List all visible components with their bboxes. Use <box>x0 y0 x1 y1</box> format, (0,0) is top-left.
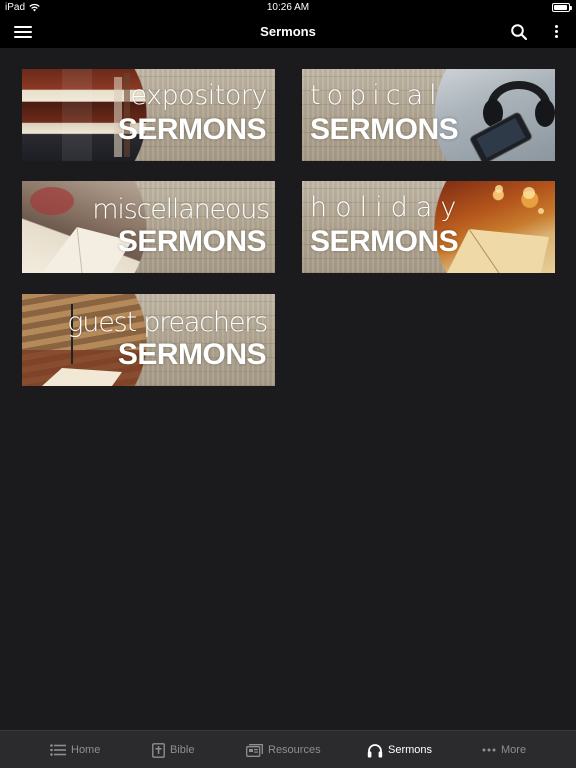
battery-icon <box>552 3 572 12</box>
tab-bible[interactable]: Bible <box>152 731 194 768</box>
sermon-category-grid: expository SERMONS topical SERMONS misce… <box>0 48 576 730</box>
card-holiday-sermons[interactable]: holiday SERMONS <box>302 181 555 273</box>
tab-sermons[interactable]: Sermons <box>367 731 432 768</box>
tab-home[interactable]: Home <box>50 731 100 768</box>
card-line2: SERMONS <box>117 338 267 371</box>
tab-more[interactable]: More <box>482 731 526 768</box>
card-line2: SERMONS <box>310 113 459 146</box>
tab-bar: Home Bible Resources Sermons More <box>0 730 576 768</box>
card-line1: holiday <box>310 192 465 223</box>
search-icon[interactable] <box>510 23 528 41</box>
tab-label: Bible <box>170 744 195 756</box>
card-line2: SERMONS <box>310 225 459 258</box>
page-title: Sermons <box>260 24 316 39</box>
card-expository-sermons[interactable]: expository SERMONS <box>22 69 275 161</box>
card-line1: topical <box>310 80 443 111</box>
status-time: 10:26 AM <box>266 2 310 13</box>
list-icon <box>50 744 66 756</box>
card-guest-preachers-sermons[interactable]: guest preachers SERMONS <box>22 294 275 386</box>
nav-bar: Sermons <box>0 16 576 48</box>
tab-label: Home <box>71 744 101 756</box>
status-bar: iPad 10:26 AM <box>0 0 576 16</box>
ellipsis-icon <box>482 748 496 752</box>
resources-icon <box>246 743 263 757</box>
card-miscellaneous-sermons[interactable]: miscellaneous SERMONS <box>22 181 275 273</box>
bible-icon <box>152 742 165 758</box>
tab-label: Resources <box>268 744 321 756</box>
card-line2: SERMONS <box>117 225 267 258</box>
card-line2: SERMONS <box>117 113 267 146</box>
more-vertical-icon[interactable] <box>552 23 560 41</box>
card-line1: guest preachers <box>67 307 268 338</box>
status-right <box>552 3 572 12</box>
tab-resources[interactable]: Resources <box>246 731 321 768</box>
tab-label: Sermons <box>388 744 433 756</box>
card-line1: miscellaneous <box>92 194 270 225</box>
battery-fill <box>554 5 567 10</box>
card-line1: expository <box>130 80 267 111</box>
card-topical-sermons[interactable]: topical SERMONS <box>302 69 555 161</box>
tab-label: More <box>501 744 527 756</box>
headphones-icon <box>367 743 383 757</box>
